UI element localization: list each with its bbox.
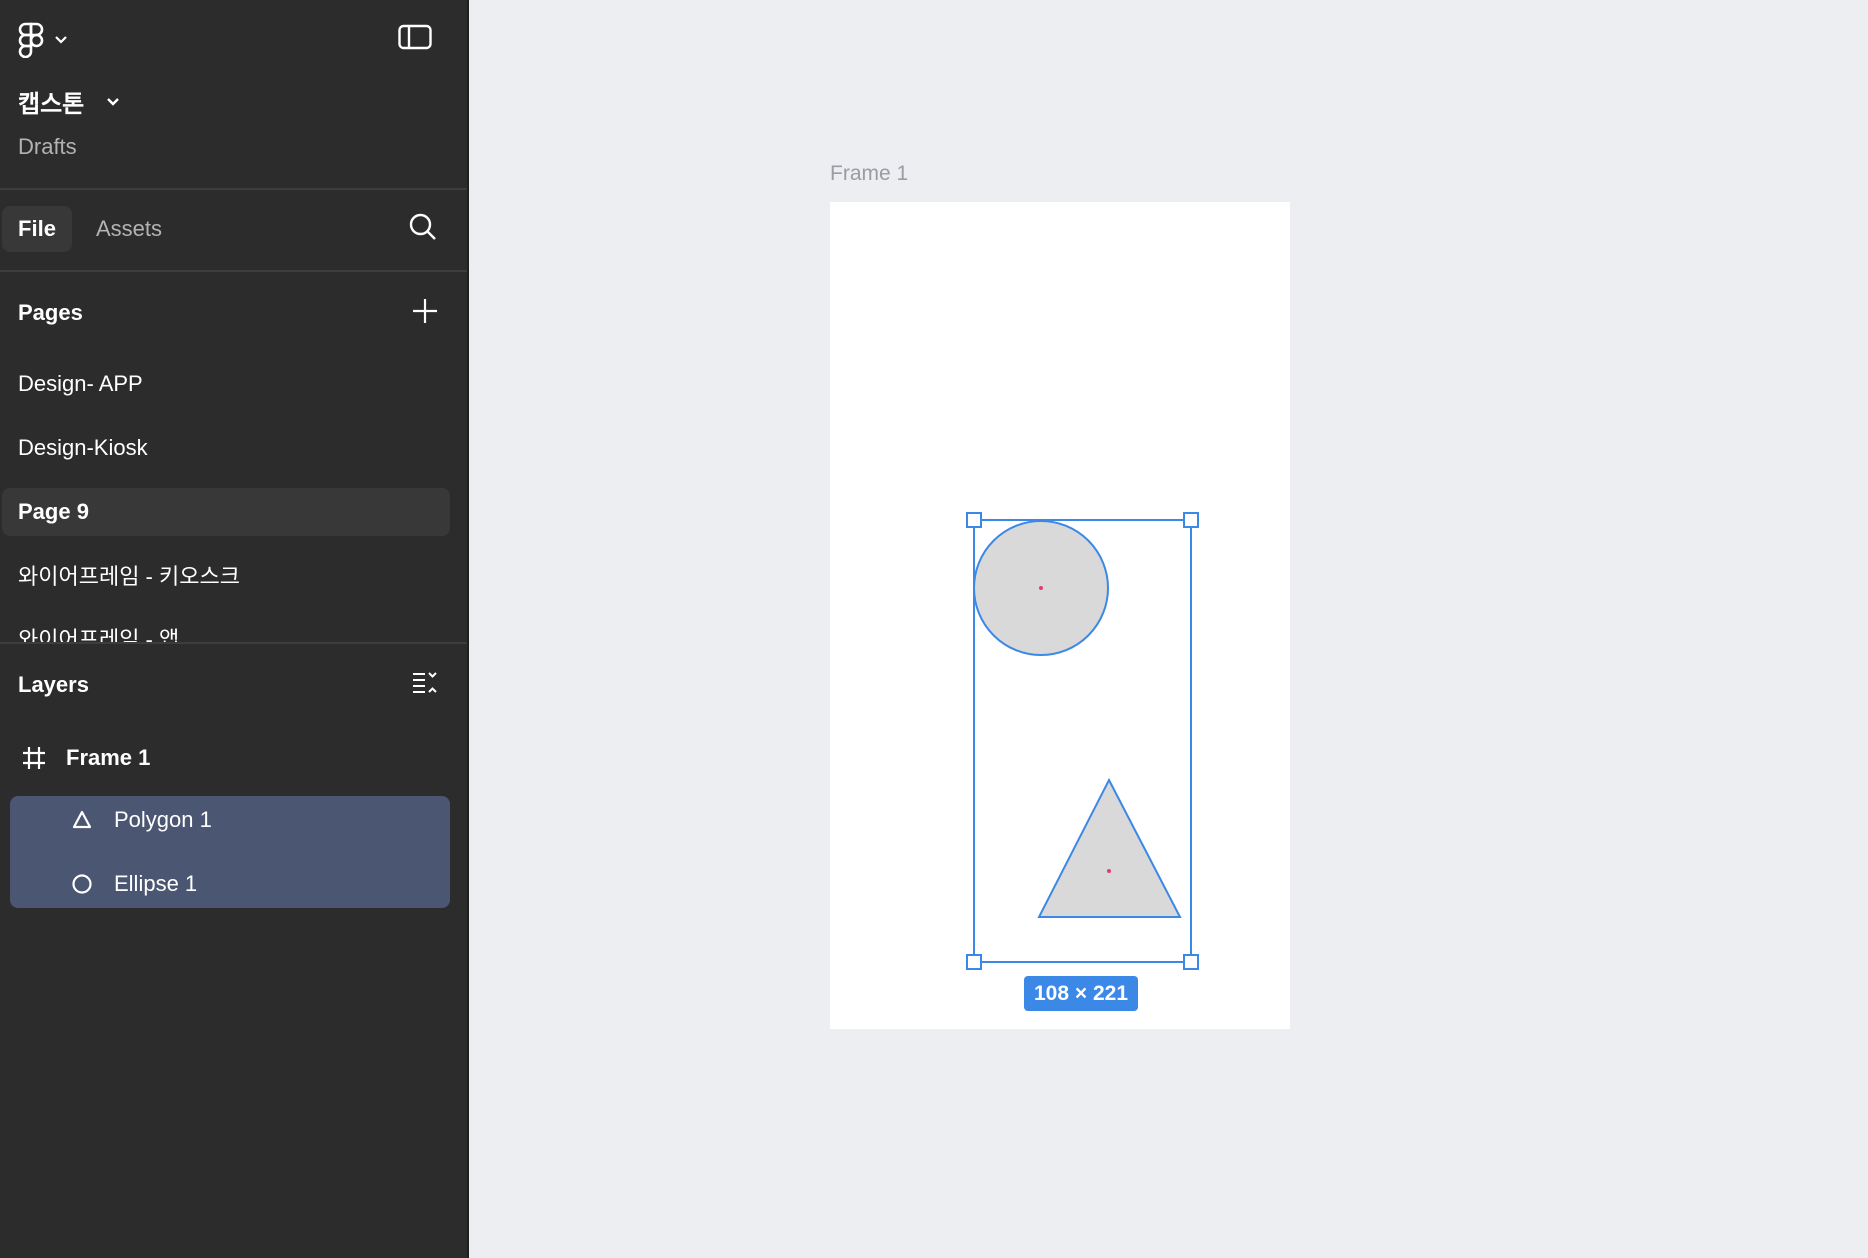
resize-handle-top-left[interactable] [966, 512, 982, 528]
ellipse-center-point [1039, 586, 1043, 590]
selection-overlay [966, 512, 1199, 970]
resize-handle-bottom-left[interactable] [966, 954, 982, 970]
resize-handle-top-right[interactable] [1183, 512, 1199, 528]
resize-handle-bottom-right[interactable] [1183, 954, 1199, 970]
polygon-center-point [1107, 869, 1111, 873]
selection-size-badge: 108 × 221 [1024, 976, 1138, 1011]
polygon-1-shape[interactable] [1037, 777, 1182, 918]
selection-size: 108 × 221 [1033, 981, 1128, 1005]
